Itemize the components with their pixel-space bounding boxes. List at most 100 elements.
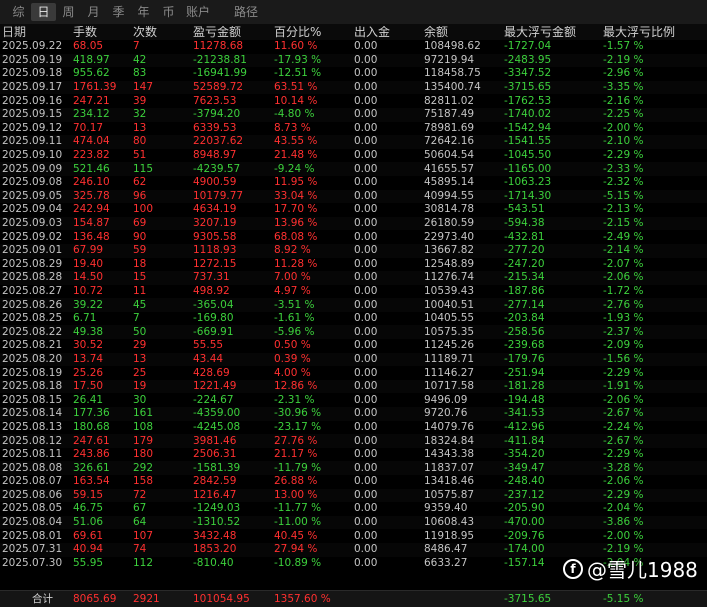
table-row[interactable]: 2025.08.07 163.54 158 2842.59 26.88 % 0.00 134… [0, 475, 707, 489]
table-row[interactable]: 2025.09.18 955.62 83 -16941.99 -12.51 % 0.00 1… [0, 67, 707, 81]
table-cell: 0.00 [354, 162, 378, 175]
table-cell: -2.37 % [603, 325, 644, 338]
table-cell: -21238.81 [193, 53, 247, 66]
table-cell: 0.00 [354, 230, 378, 243]
table-cell: 161 [133, 407, 154, 420]
table-cell: 2025.08.01 [2, 529, 63, 542]
period-tabs: 综日周月季年币账户 路径 [0, 0, 707, 24]
table-row[interactable]: 2025.09.17 1761.39 147 52589.72 63.51 % 0.00 1… [0, 80, 707, 95]
table-cell: -10.89 % [274, 556, 322, 569]
table-row[interactable]: 2025.09.05 325.78 96 10179.77 33.04 % 0.00 409… [0, 189, 707, 204]
table-cell: 2025.08.15 [2, 393, 63, 406]
table-row[interactable]: 2025.08.12 247.61 179 3981.46 27.76 % 0.00 183… [0, 434, 707, 448]
table-row[interactable]: 2025.08.25 6.71 7 -169.80 -1.61 % 0.00 10405.5… [0, 312, 707, 326]
table-cell: -1.72 % [603, 284, 644, 297]
table-row[interactable]: 2025.08.27 10.72 11 498.92 4.97 % 0.00 10539.4… [0, 285, 707, 299]
tab-4[interactable]: 季 [106, 3, 131, 21]
table-row[interactable]: 2025.09.09 521.46 115 -4239.57 -9.24 % 0.00 41… [0, 162, 707, 176]
table-row[interactable]: 2025.09.08 246.10 62 4900.59 11.95 % 0.00 4589… [0, 176, 707, 190]
table-cell: 17.50 [73, 380, 104, 393]
tab-6[interactable]: 币 [156, 3, 181, 21]
table-cell: -3347.52 [504, 67, 552, 80]
table-cell: 154.87 [73, 217, 110, 230]
column-header[interactable]: 最大浮亏比例 [603, 26, 703, 39]
table-cell: 30.52 [73, 339, 104, 352]
table-row[interactable]: 2025.08.19 25.26 25 428.69 4.00 % 0.00 11146.2… [0, 366, 707, 380]
table-cell: -2.49 % [603, 230, 644, 243]
table-row[interactable]: 2025.08.05 46.75 67 -1249.03 -11.77 % 0.00 935… [0, 502, 707, 516]
table-row[interactable]: 2025.08.04 51.06 64 -1310.52 -11.00 % 0.00 106… [0, 515, 707, 530]
table-row[interactable]: 2025.09.01 67.99 59 1118.93 8.92 % 0.00 13667.… [0, 243, 707, 258]
table-row[interactable]: 2025.09.16 247.21 39 7623.53 10.14 % 0.00 8281… [0, 94, 707, 108]
table-cell: 2025.08.28 [2, 271, 63, 284]
table-row[interactable]: 2025.09.04 242.94 100 4634.19 17.70 % 0.00 308… [0, 203, 707, 217]
column-header[interactable]: 盈亏金额 [193, 26, 274, 39]
table-cell: -205.90 [504, 502, 545, 515]
table-cell: -16941.99 [193, 67, 247, 80]
table-cell: 10717.58 [424, 380, 475, 393]
table-row[interactable]: 2025.08.06 59.15 72 1216.47 13.00 % 0.00 10575… [0, 488, 707, 503]
table-row[interactable]: 2025.08.21 30.52 29 55.55 0.50 % 0.00 11245.26… [0, 339, 707, 353]
table-row[interactable]: 2025.09.02 136.48 90 9305.58 68.08 % 0.00 2297… [0, 230, 707, 244]
table-cell: 80 [133, 135, 147, 148]
tab-8[interactable]: 路径 [229, 3, 263, 21]
column-header[interactable]: 次数 [133, 26, 193, 39]
tab-7[interactable]: 账户 [181, 3, 215, 21]
tab-1[interactable]: 日 [31, 3, 56, 21]
table-cell: 50604.54 [424, 149, 475, 162]
table-cell: 2025.09.08 [2, 176, 63, 189]
table-row[interactable]: 2025.08.15 26.41 30 -224.67 -2.31 % 0.00 9496.… [0, 393, 707, 407]
table-row[interactable]: 2025.08.08 326.61 292 -1581.39 -11.79 % 0.00 1… [0, 461, 707, 475]
table-cell: 74 [133, 543, 147, 556]
table-row[interactable]: 2025.09.19 418.97 42 -21238.81 -17.93 % 0.00 9… [0, 53, 707, 68]
table-cell: 39 [133, 94, 147, 107]
table-row[interactable]: 2025.08.18 17.50 19 1221.49 12.86 % 0.00 10717… [0, 379, 707, 394]
table-row[interactable]: 2025.09.12 70.17 13 6339.53 8.73 % 0.00 78981.… [0, 122, 707, 136]
column-header[interactable]: 手数 [73, 26, 133, 39]
table-row[interactable]: 2025.08.13 180.68 108 -4245.08 -23.17 % 0.00 1… [0, 421, 707, 435]
column-header[interactable]: 日期 [0, 26, 73, 39]
table-cell: 0.50 % [274, 339, 311, 352]
tab-0[interactable]: 综 [6, 3, 31, 21]
table-row[interactable]: 2025.08.11 243.86 180 2506.31 21.17 % 0.00 143… [0, 448, 707, 462]
table-row[interactable]: 2025.08.22 49.38 50 -669.91 -5.96 % 0.00 10575… [0, 325, 707, 340]
table-row[interactable]: 2025.09.03 154.87 69 3207.19 13.96 % 0.00 2618… [0, 216, 707, 231]
table-cell: 26180.59 [424, 217, 475, 230]
table-cell: -5.15 % [603, 189, 644, 202]
table-cell: 46.75 [73, 502, 104, 515]
table-row[interactable]: 2025.08.14 177.36 161 -4359.00 -30.96 % 0.00 9… [0, 407, 707, 421]
table-row[interactable]: 2025.08.01 69.61 107 3432.48 40.45 % 0.00 1191… [0, 529, 707, 543]
table-row[interactable]: 2025.09.15 234.12 32 -3794.20 -4.80 % 0.00 751… [0, 107, 707, 122]
table-row[interactable]: 2025.08.28 14.50 15 737.31 7.00 % 0.00 11276.7… [0, 271, 707, 285]
table-row[interactable]: 2025.08.26 39.22 45 -365.04 -3.51 % 0.00 10040… [0, 298, 707, 312]
table-cell: 6.71 [73, 312, 97, 325]
column-header[interactable]: 出入金 [354, 26, 424, 39]
column-header[interactable]: 百分比% [274, 26, 354, 39]
table-cell: 63.51 % [274, 81, 318, 94]
table-cell: -11.79 % [274, 461, 322, 474]
column-header[interactable]: 余额 [424, 26, 504, 39]
table-cell: 428.69 [193, 366, 230, 379]
table-cell: 0.00 [354, 149, 378, 162]
table-cell: -215.34 [504, 271, 545, 284]
table-cell: -17.93 % [274, 53, 322, 66]
table-row[interactable]: 2025.08.20 13.74 13 43.44 0.39 % 0.00 11189.71… [0, 352, 707, 367]
table-cell: 0.00 [354, 108, 378, 121]
table-cell: 2025.09.10 [2, 149, 63, 162]
table-row[interactable]: 2025.09.22 68.05 7 11278.68 11.60 % 0.00 10849… [0, 40, 707, 54]
table-row[interactable]: 2025.08.29 19.40 18 1272.15 11.28 % 0.00 12548… [0, 258, 707, 272]
table-row[interactable]: 2025.09.11 474.04 80 22037.62 43.55 % 0.00 726… [0, 135, 707, 149]
table-cell: 9496.09 [424, 393, 468, 406]
table-cell: 27.94 % [274, 543, 318, 556]
table-cell: 2025.09.11 [2, 135, 63, 148]
table-cell: 13.96 % [274, 217, 318, 230]
table-cell: 2025.07.30 [2, 556, 63, 569]
tab-3[interactable]: 月 [81, 3, 106, 21]
table-cell: -2.25 % [603, 108, 644, 121]
column-header[interactable]: 最大浮亏金额 [504, 26, 603, 39]
tab-2[interactable]: 周 [56, 3, 81, 21]
table-row[interactable]: 2025.09.10 223.82 51 8948.97 21.48 % 0.00 5060… [0, 149, 707, 163]
table-cell: 55.95 [73, 556, 104, 569]
table-cell: 26.41 [73, 393, 104, 406]
tab-5[interactable]: 年 [131, 3, 156, 21]
